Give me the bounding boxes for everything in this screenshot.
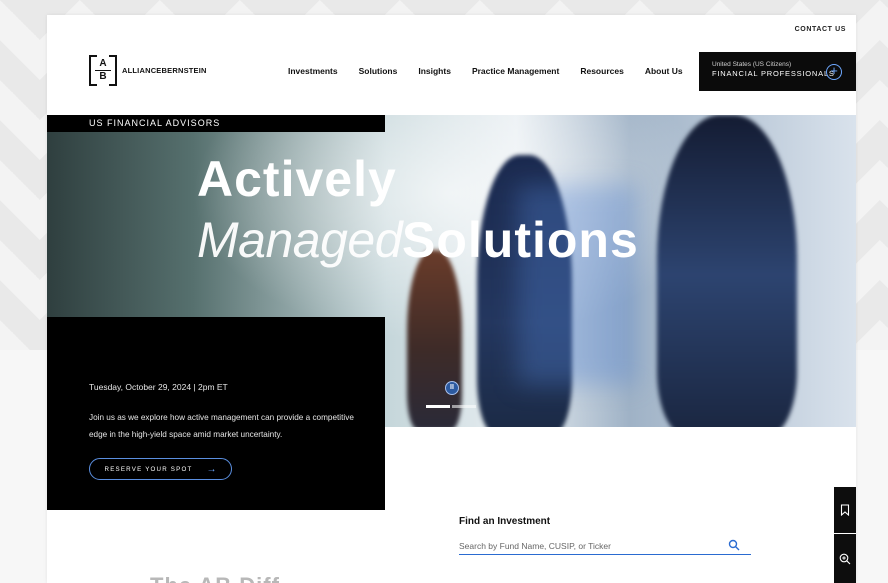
site-page: CONTACT US A B ALLIANCEBERNSTEIN Investm… <box>47 15 856 583</box>
headline-italic: Managed <box>197 212 403 268</box>
pause-icon[interactable]: II <box>445 381 459 395</box>
nav-insights[interactable]: Insights <box>418 66 451 76</box>
headline-line1: Actively <box>197 151 397 207</box>
search-input[interactable] <box>459 538 751 555</box>
event-panel: Tuesday, October 29, 2024 | 2pm ET Join … <box>47 317 385 510</box>
nav-resources[interactable]: Resources <box>580 66 623 76</box>
zoom-icon <box>839 553 851 564</box>
nav-solutions[interactable]: Solutions <box>359 66 398 76</box>
reserve-spot-button[interactable]: RESERVE YOUR SPOT → <box>89 458 232 480</box>
logo-wordmark: ALLIANCEBERNSTEIN <box>122 66 207 75</box>
reserve-label: RESERVE YOUR SPOT <box>104 465 193 473</box>
find-investment-title: Find an Investment <box>459 516 551 527</box>
logo-mark-bottom: B <box>99 71 107 83</box>
headline-bold: Solutions <box>402 212 639 268</box>
logo-mark: A B <box>89 55 117 86</box>
hero-headline: Actively ManagedSolutions <box>197 151 639 273</box>
headline-line2: ManagedSolutions <box>197 207 639 273</box>
logo-mark-top: A <box>99 57 107 69</box>
main-nav: Investments Solutions Insights Practice … <box>288 66 683 76</box>
search-icon[interactable] <box>728 539 740 551</box>
hero-eyebrow: US FINANCIAL ADVISORS <box>47 115 385 132</box>
carousel-dots <box>426 405 476 408</box>
carousel-dot-2[interactable] <box>452 405 476 408</box>
section-heading-peek: The AB Diff <box>150 573 280 583</box>
bookmark-button[interactable] <box>834 487 856 533</box>
event-description: Join us as we explore how active managem… <box>89 413 354 439</box>
contact-us-link[interactable]: CONTACT US <box>795 26 846 33</box>
nav-practice-management[interactable]: Practice Management <box>472 66 559 76</box>
bookmark-icon <box>840 504 850 516</box>
hero-photo-figure <box>407 250 462 427</box>
alliancebernstein-logo[interactable]: A B ALLIANCEBERNSTEIN <box>89 55 207 86</box>
arrow-right-icon: → <box>206 463 217 475</box>
hero-photo-figure <box>657 115 797 427</box>
plus-circle-icon[interactable]: + <box>826 64 842 80</box>
carousel-dot-1[interactable] <box>426 405 450 408</box>
nav-investments[interactable]: Investments <box>288 66 338 76</box>
nav-about-us[interactable]: About Us <box>645 66 683 76</box>
zoom-button[interactable] <box>834 534 856 583</box>
event-date: Tuesday, October 29, 2024 | 2pm ET <box>89 382 228 392</box>
audience-selector[interactable]: United States (US Citizens) FINANCIAL PR… <box>699 52 856 91</box>
